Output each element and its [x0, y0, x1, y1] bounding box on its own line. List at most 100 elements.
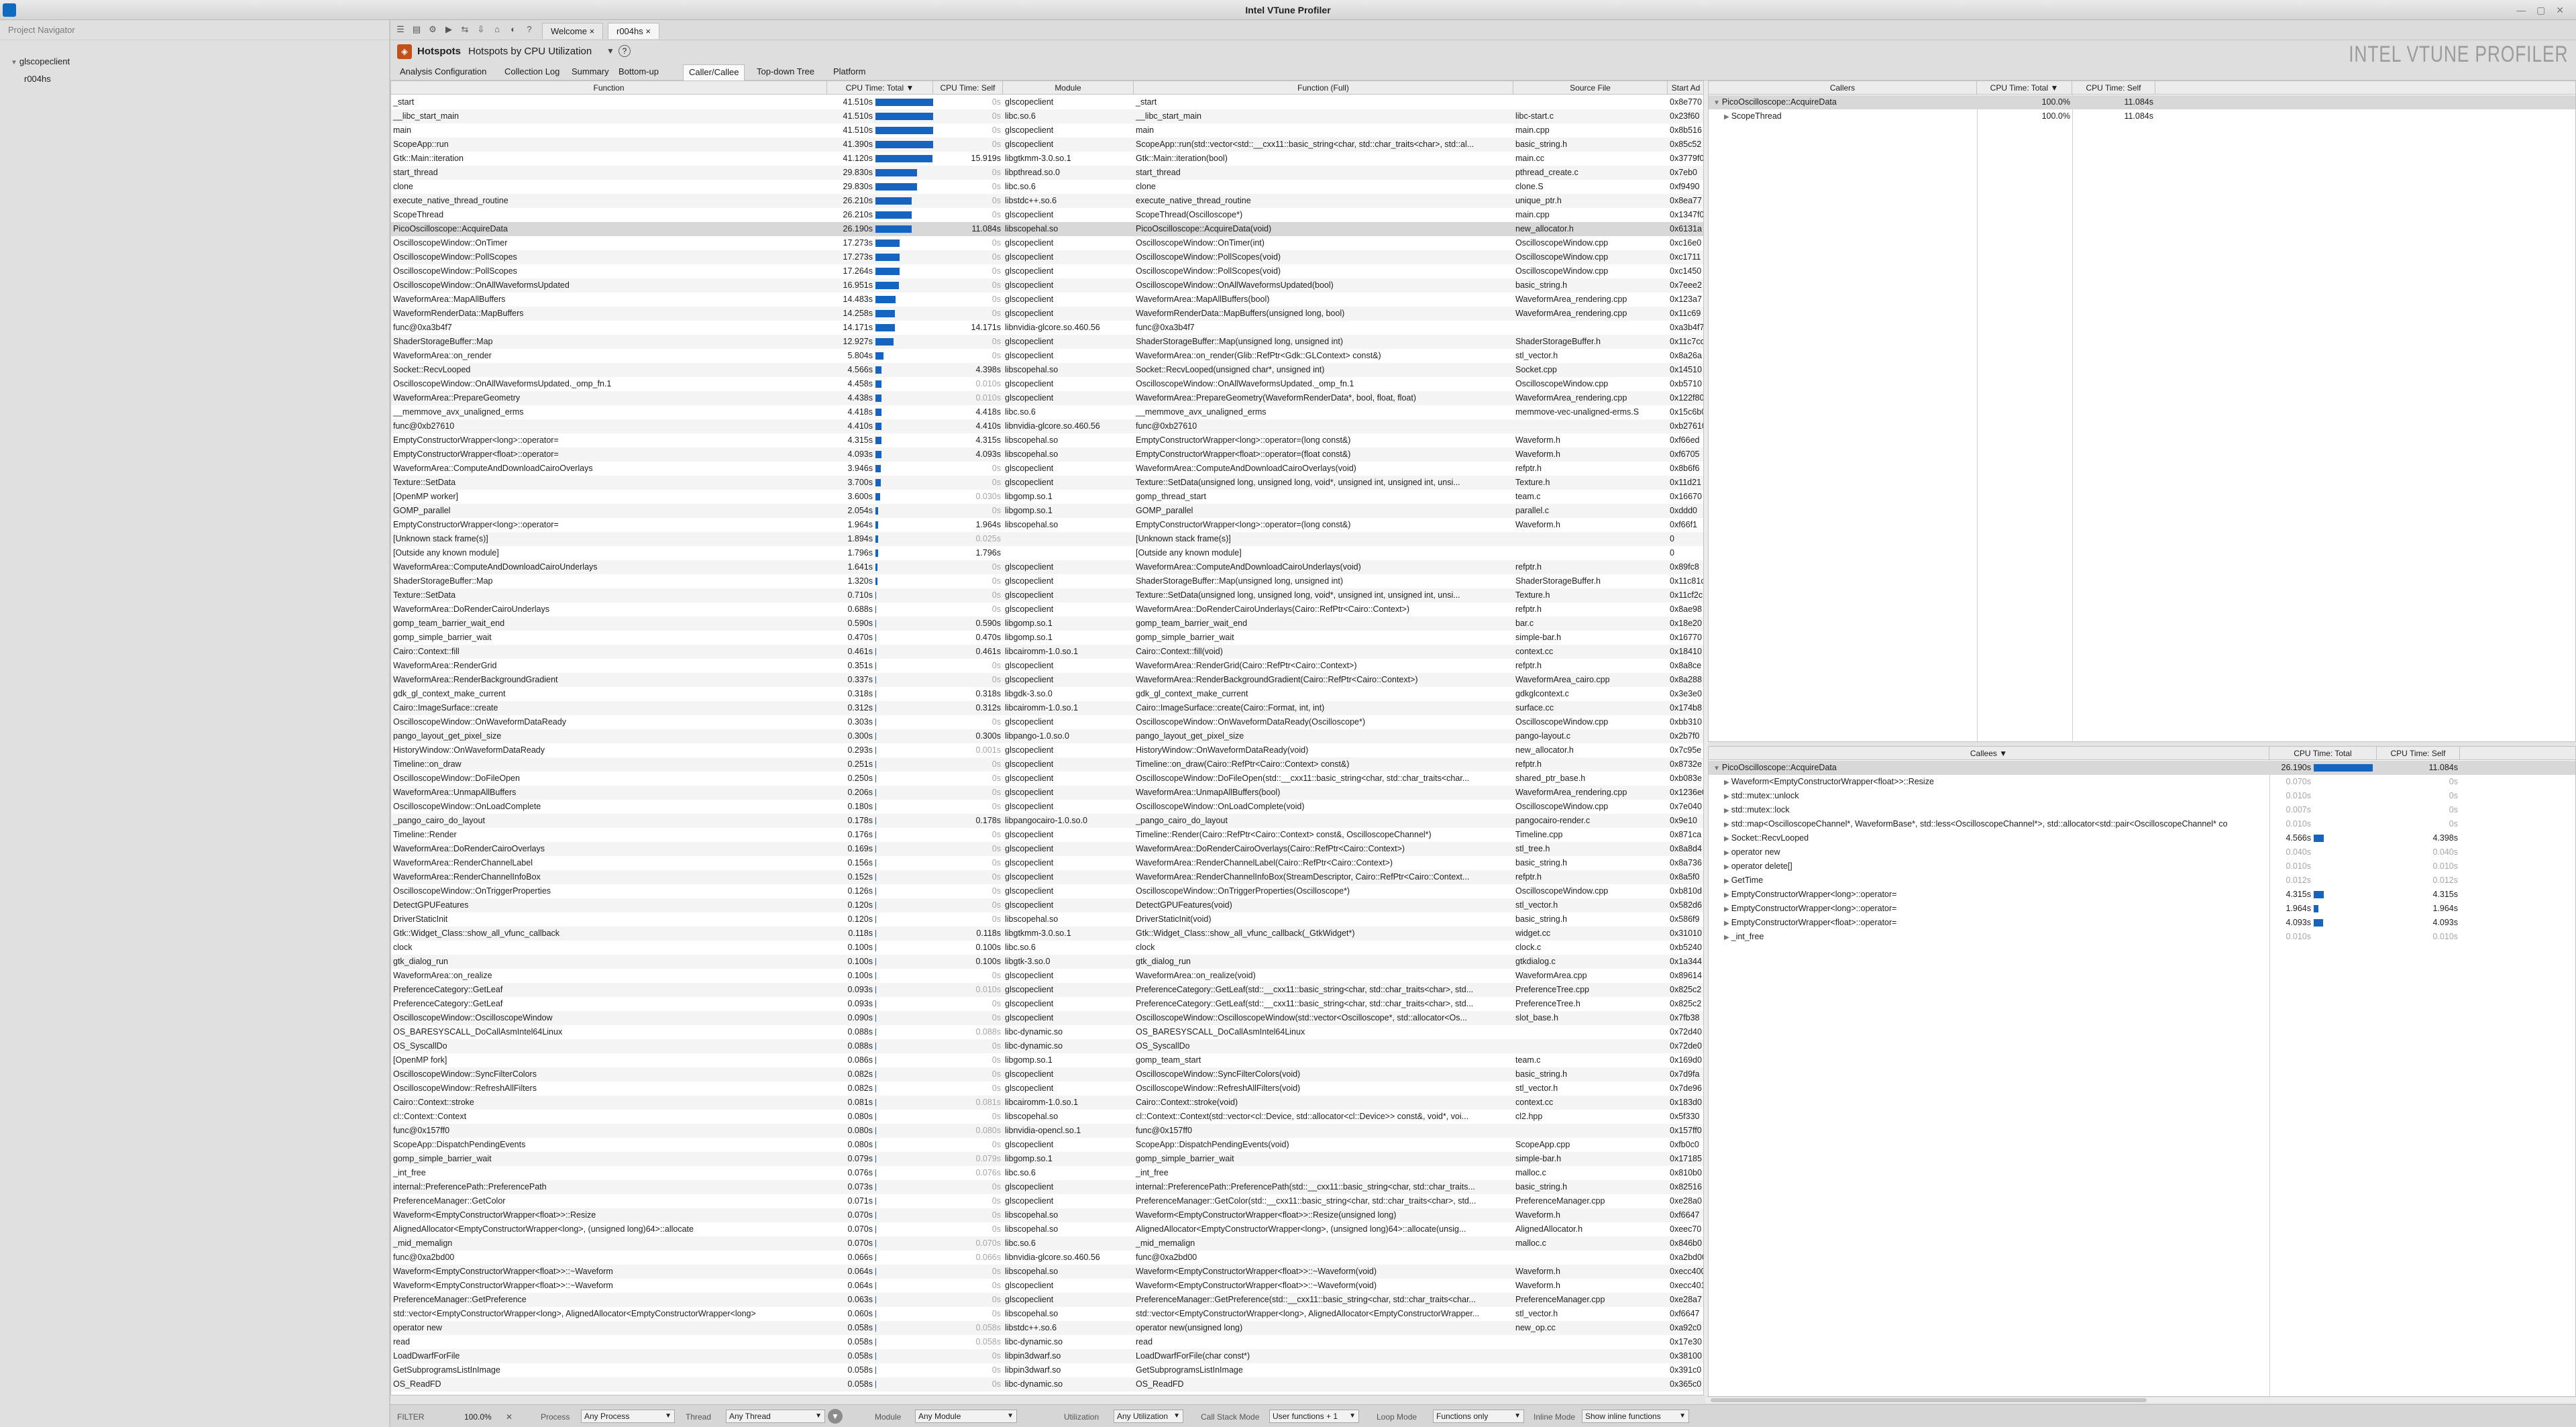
- callee-row[interactable]: ▶ EmptyConstructorWrapper<float>::operato…: [1709, 916, 2575, 930]
- table-row[interactable]: _pango_cairo_do_layout 0.178s 0.178s libpan…: [391, 814, 1703, 828]
- table-row[interactable]: DetectGPUFeatures 0.120s 0s glscopeclient De…: [391, 898, 1703, 912]
- table-row[interactable]: Waveform<EmptyConstructorWrapper<float>>…: [391, 1279, 1703, 1293]
- table-row[interactable]: start_thread 29.830s 0s libpthread.so.0 star…: [391, 166, 1703, 180]
- table-row[interactable]: OscilloscopeWindow::PollScopes 17.273s 0s g…: [391, 250, 1703, 264]
- caller-row[interactable]: ▼ PicoOscilloscope::AcquireData 100.0% 11.0…: [1709, 95, 2575, 109]
- table-row[interactable]: PreferenceManager::GetColor 0.071s 0s glsco…: [391, 1194, 1703, 1208]
- viewpoint-name[interactable]: Hotspots by CPU Utilization: [468, 46, 592, 57]
- window-controls[interactable]: — ▢ ✕: [2516, 0, 2568, 20]
- table-row[interactable]: OS_SyscallDo 0.088s 0s libc-dynamic.so OS_Sy…: [391, 1039, 1703, 1053]
- table-row[interactable]: [Unknown stack frame(s)] 1.894s 0.025s [Unk…: [391, 532, 1703, 546]
- table-row[interactable]: Cairo::Context::fill 0.461s 0.461s libcairo…: [391, 645, 1703, 659]
- callee-row[interactable]: ▶ std::map<OscilloscopeChannel*, Waveform…: [1709, 817, 2575, 831]
- table-row[interactable]: gdk_gl_context_make_current 0.318s 0.318s l…: [391, 687, 1703, 701]
- table-row[interactable]: ShaderStorageBuffer::Map 1.320s 0s glscopec…: [391, 574, 1703, 588]
- filter-dropdown-4[interactable]: User functions + 1 ▼: [1269, 1410, 1359, 1423]
- table-row[interactable]: pango_layout_get_pixel_size 0.300s 0.300s l…: [391, 729, 1703, 743]
- callee-row[interactable]: ▶ EmptyConstructorWrapper<long>::operator…: [1709, 902, 2575, 916]
- table-row[interactable]: clone 29.830s 0s libc.so.6 clone clone.S 0xf94…: [391, 180, 1703, 194]
- chevron-down-icon[interactable]: ▼: [665, 1410, 672, 1422]
- table-row[interactable]: OscilloscopeWindow::PollScopes 17.264s 0s g…: [391, 264, 1703, 278]
- table-row[interactable]: Timeline::Render 0.176s 0s glscopeclient Tim…: [391, 828, 1703, 842]
- table-row[interactable]: Texture::SetData 3.700s 0s glscopeclient Tex…: [391, 476, 1703, 490]
- new-project-icon[interactable]: ▤: [411, 23, 423, 36]
- table-row[interactable]: OscilloscopeWindow::OnAllWaveformsUpdate…: [391, 278, 1703, 293]
- table-row[interactable]: ShaderStorageBuffer::Map 12.927s 0s glscope…: [391, 335, 1703, 349]
- tab-caller-callee[interactable]: Caller/Callee: [683, 64, 745, 81]
- table-row[interactable]: OS_ReadFD 0.058s 0s libc-dynamic.so OS_ReadF…: [391, 1377, 1703, 1391]
- table-row[interactable]: ScopeApp::run 41.390s 0s glscopeclient Scope…: [391, 138, 1703, 152]
- column-callers[interactable]: Callers: [1709, 81, 1977, 95]
- expand-arrow-icon[interactable]: ▶: [1724, 779, 1729, 786]
- column-caller-total[interactable]: CPU Time: Total ▼: [1977, 81, 2072, 95]
- table-row[interactable]: DriverStaticInit 0.120s 0s libscopehal.so Dr…: [391, 912, 1703, 927]
- table-row[interactable]: WaveformArea::MapAllBuffers 14.483s 0s glsc…: [391, 293, 1703, 307]
- table-row[interactable]: WaveformRenderData::MapBuffers 14.258s 0s g…: [391, 307, 1703, 321]
- column-cpu-total[interactable]: CPU Time: Total ▼: [827, 81, 933, 95]
- table-row[interactable]: main 41.510s 0s glscopeclient main main.cpp 0x…: [391, 123, 1703, 138]
- table-row[interactable]: cl::Context::Context 0.080s 0s libscopehal.…: [391, 1110, 1703, 1124]
- table-row[interactable]: WaveformArea::RenderChannelLabel 0.156s 0s…: [391, 856, 1703, 870]
- help-icon[interactable]: ?: [523, 23, 535, 36]
- tab-bottom-up[interactable]: Bottom-up: [613, 64, 664, 81]
- expand-arrow-icon[interactable]: ▶: [1724, 920, 1729, 927]
- callee-row[interactable]: ▶ EmptyConstructorWrapper<long>::operator…: [1709, 888, 2575, 902]
- table-row[interactable]: OscilloscopeWindow::DoFileOpen 0.250s 0s gl…: [391, 772, 1703, 786]
- table-row[interactable]: GOMP_parallel 2.054s 0s libgomp.so.1 GOMP_pa…: [391, 504, 1703, 518]
- tab-collection-log[interactable]: Collection Log: [499, 64, 565, 81]
- close-icon[interactable]: ×: [590, 26, 595, 36]
- callee-row[interactable]: ▶ std::mutex::unlock 0.010s 0s: [1709, 789, 2575, 803]
- expand-arrow-icon[interactable]: ▶: [1724, 835, 1729, 843]
- open-icon[interactable]: ⇩: [475, 23, 487, 36]
- column-function-full[interactable]: Function (Full): [1134, 81, 1513, 95]
- table-row[interactable]: func@0xa2bd00 0.066s 0.066s libnvidia-glcor…: [391, 1251, 1703, 1265]
- table-row[interactable]: OscilloscopeWindow::OnTriggerProperties 0…: [391, 884, 1703, 898]
- table-row[interactable]: execute_native_thread_routine 26.210s 0s li…: [391, 194, 1703, 208]
- column-function[interactable]: Function: [391, 81, 827, 95]
- filter-dropdown-2[interactable]: Any Module ▼: [915, 1410, 1017, 1423]
- chevron-down-icon[interactable]: ▼: [815, 1410, 822, 1422]
- expand-arrow-icon[interactable]: ▶: [1724, 934, 1729, 941]
- table-row[interactable]: OscilloscopeWindow::RefreshAllFilters 0.0…: [391, 1081, 1703, 1096]
- open-result-icon[interactable]: ⌂: [491, 23, 503, 36]
- table-row[interactable]: PreferenceCategory::GetLeaf 0.093s 0.010s g…: [391, 983, 1703, 997]
- column-module[interactable]: Module: [1003, 81, 1134, 95]
- column-callees[interactable]: Callees ▼: [1709, 747, 2269, 760]
- callee-row[interactable]: ▼ PicoOscilloscope::AcquireData 26.190s 11.…: [1709, 761, 2575, 775]
- table-row[interactable]: GetSubprogramsListInImage 0.058s 0s libpin3…: [391, 1363, 1703, 1377]
- table-row[interactable]: _mid_memalign 0.070s 0.070s libc.so.6 _mid_m…: [391, 1236, 1703, 1251]
- filter-dropdown-5[interactable]: Functions only ▼: [1433, 1410, 1524, 1423]
- table-row[interactable]: [OpenMP fork] 0.086s 0s libgomp.so.1 gomp_te…: [391, 1053, 1703, 1067]
- table-row[interactable]: ScopeApp::DispatchPendingEvents 0.080s 0s g…: [391, 1138, 1703, 1152]
- table-row[interactable]: WaveformArea::ComputeAndDownloadCairoUnd…: [391, 560, 1703, 574]
- table-row[interactable]: LoadDwarfForFile 0.058s 0s libpin3dwarf.so L…: [391, 1349, 1703, 1363]
- expand-arrow-icon[interactable]: ▶: [1724, 849, 1729, 857]
- menu-icon[interactable]: ☰: [394, 23, 407, 36]
- close-icon[interactable]: ×: [645, 26, 651, 36]
- table-row[interactable]: std::vector<EmptyConstructorWrapper<long…: [391, 1307, 1703, 1321]
- tab-platform[interactable]: Platform: [828, 64, 871, 81]
- tab-top-down-tree[interactable]: Top-down Tree: [751, 64, 820, 81]
- tab-summary[interactable]: Summary: [566, 64, 614, 81]
- callee-row[interactable]: ▶ operator delete[] 0.010s 0.010s: [1709, 859, 2575, 874]
- table-row[interactable]: gomp_simple_barrier_wait 0.470s 0.470s libg…: [391, 631, 1703, 645]
- expand-arrow-icon[interactable]: ▶: [1724, 807, 1729, 814]
- expand-arrow-icon[interactable]: ▶: [1724, 878, 1729, 885]
- collapse-arrow-icon[interactable]: ▼: [1713, 765, 1720, 772]
- table-row[interactable]: WaveformArea::RenderBackgroundGradient 0.…: [391, 673, 1703, 687]
- table-row[interactable]: OscilloscopeWindow::OnLoadComplete 0.180s…: [391, 800, 1703, 814]
- expand-arrow-icon[interactable]: ▶: [1724, 863, 1729, 871]
- table-row[interactable]: WaveformArea::on_render 5.804s 0s glscopecl…: [391, 349, 1703, 363]
- table-row[interactable]: _int_free 0.076s 0.076s libc.so.6 _int_free m…: [391, 1166, 1703, 1180]
- expand-arrow-icon[interactable]: ▶: [1724, 113, 1729, 121]
- chevron-down-icon[interactable]: ▼: [1514, 1410, 1521, 1422]
- collapse-arrow-icon[interactable]: ▼: [1713, 99, 1720, 107]
- column-source-file[interactable]: Source File: [1513, 81, 1668, 95]
- column-start-address[interactable]: Start Ad: [1668, 81, 1703, 95]
- table-row[interactable]: WaveformArea::PrepareGeometry 4.438s 0.010…: [391, 391, 1703, 405]
- configure-analysis-icon[interactable]: ⚙: [427, 23, 439, 36]
- callee-row[interactable]: ▶ std::mutex::lock 0.007s 0s: [1709, 803, 2575, 817]
- table-row[interactable]: Timeline::on_draw 0.251s 0s glscopeclient Ti…: [391, 757, 1703, 772]
- table-row[interactable]: WaveformArea::DoRenderCairoUnderlays 0.68…: [391, 602, 1703, 617]
- table-row[interactable]: Gtk::Widget_Class::show_all_vfunc_callba…: [391, 927, 1703, 941]
